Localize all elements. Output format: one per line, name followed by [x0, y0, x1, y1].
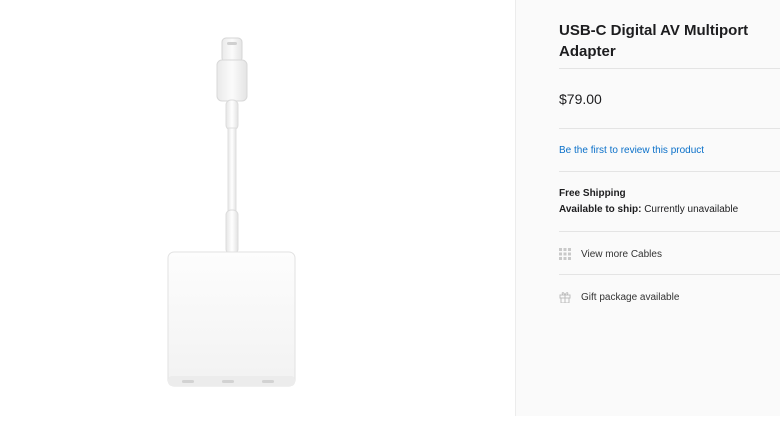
availability-label: Available to ship:: [559, 204, 642, 215]
divider: [559, 128, 780, 129]
divider: [559, 231, 780, 232]
gift-icon: [559, 291, 571, 304]
shipping-info: Free Shipping Available to ship: Current…: [559, 186, 738, 218]
product-title: USB-C Digital AV Multiport Adapter: [559, 22, 749, 60]
free-shipping-label: Free Shipping: [559, 188, 626, 199]
product-image: [167, 37, 296, 387]
availability-value: Currently unavailable: [644, 204, 739, 215]
review-link[interactable]: Be the first to review this product: [559, 145, 704, 156]
view-more-cables-link[interactable]: View more Cables: [559, 246, 662, 262]
view-more-cables-label: View more Cables: [581, 248, 662, 260]
grid-icon: [559, 248, 571, 260]
divider: [559, 171, 780, 172]
product-info-panel: USB-C Digital AV Multiport Adapter $79.0…: [516, 0, 780, 416]
divider: [559, 274, 780, 275]
divider: [559, 68, 780, 69]
product-price: $79.00: [559, 91, 602, 107]
gift-package-link[interactable]: Gift package available: [559, 289, 679, 305]
product-image-panel: [0, 0, 515, 416]
gift-package-label: Gift package available: [581, 291, 680, 303]
